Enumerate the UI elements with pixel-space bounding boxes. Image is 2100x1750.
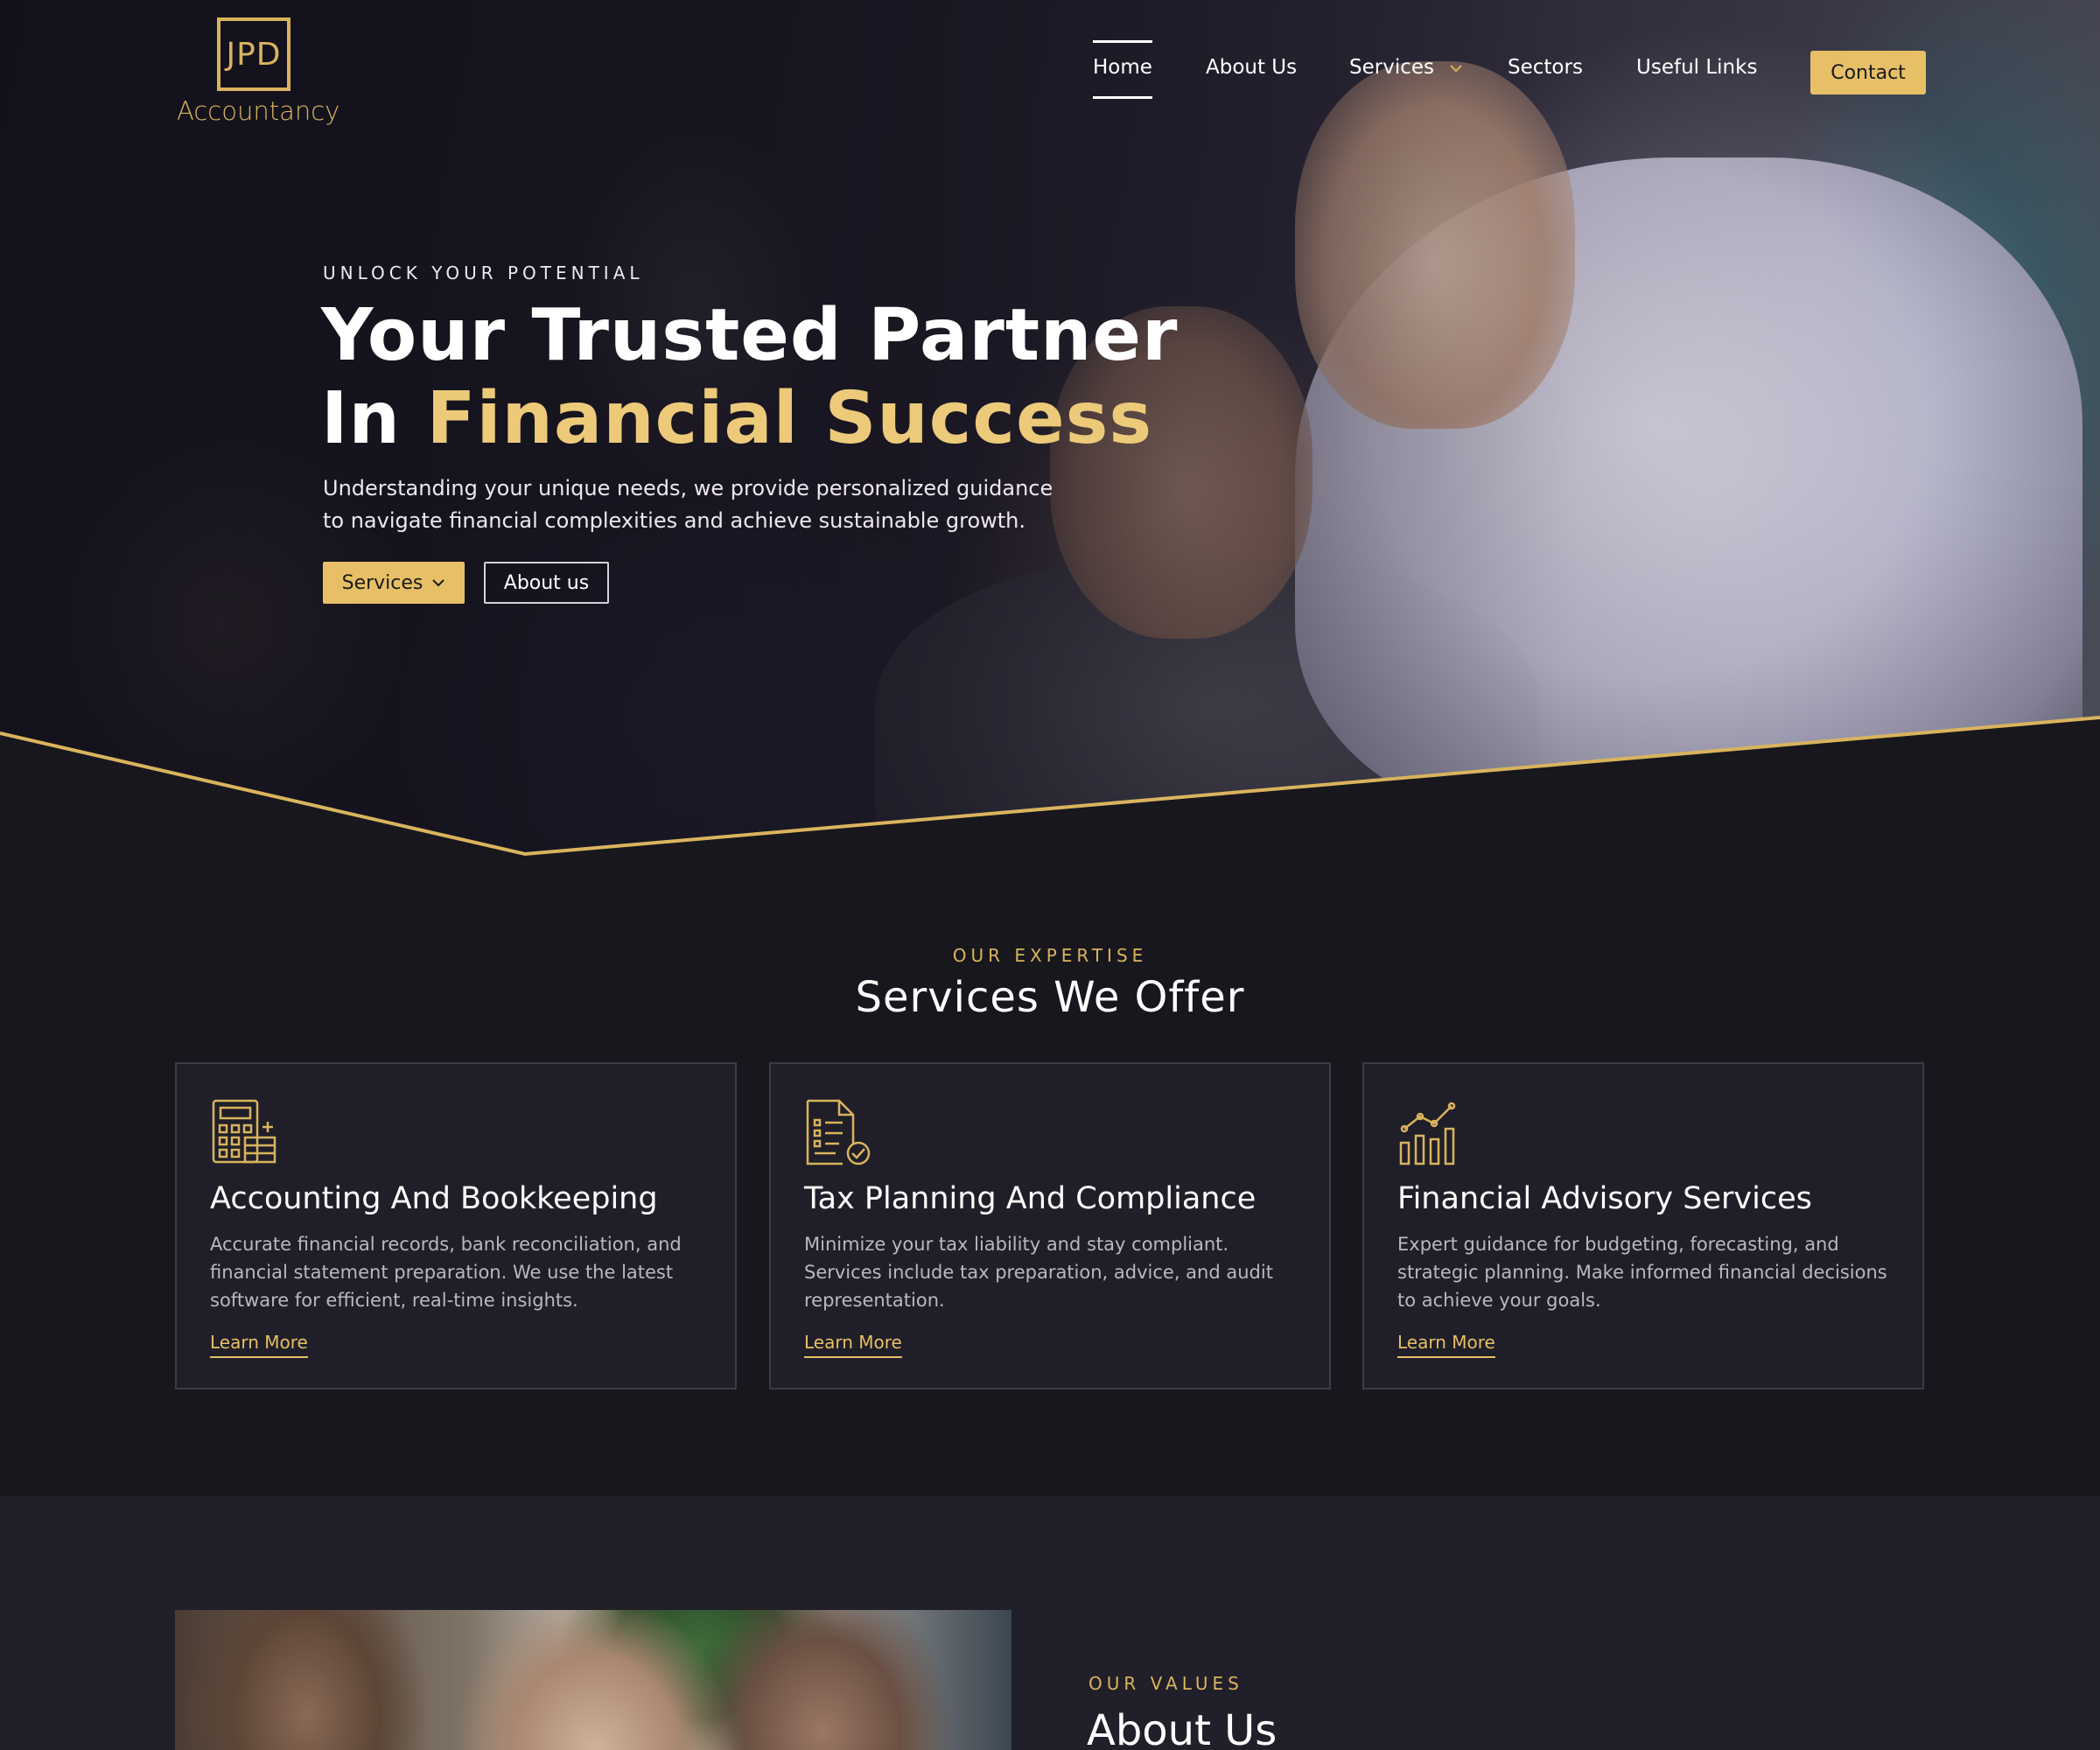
nav-sectors-label: Sectors xyxy=(1508,56,1583,79)
nav-about-us-label: About Us xyxy=(1206,56,1298,79)
hero-title-line1: Your Trusted Partner xyxy=(321,294,1179,377)
nav-services-label: Services xyxy=(1349,56,1434,79)
service-card-title: Financial Advisory Services xyxy=(1397,1181,1812,1216)
chevron-down-icon xyxy=(1450,64,1463,72)
hero-about-button[interactable]: About us xyxy=(484,562,609,604)
tax-document-icon xyxy=(806,1099,871,1166)
service-card-accounting: Accounting And Bookkeeping Accurate fina… xyxy=(175,1062,737,1390)
hero-title-line2: In Financial Success xyxy=(321,377,1178,460)
active-indicator-bottom xyxy=(1093,96,1152,99)
logo-name[interactable]: Accountancy xyxy=(177,96,340,126)
service-card-title: Tax Planning And Compliance xyxy=(804,1181,1256,1216)
chevron-down-icon xyxy=(432,579,445,587)
nav-useful-links[interactable]: Useful Links xyxy=(1636,56,1757,79)
contact-button[interactable]: Contact xyxy=(1810,51,1926,94)
learn-more-link[interactable]: Learn More xyxy=(804,1332,902,1358)
hero-bottom-edge xyxy=(0,716,2100,875)
hero-title-highlight: Financial Success xyxy=(426,377,1153,460)
hero-title-prefix: In xyxy=(321,377,427,460)
hero-title: Your Trusted Partner In Financial Succes… xyxy=(321,294,1178,460)
nav-home[interactable]: Home xyxy=(1093,40,1152,99)
service-card-body: Accurate financial records, bank reconci… xyxy=(210,1234,682,1311)
service-card-tax: Tax Planning And Compliance Minimize you… xyxy=(769,1062,1331,1390)
nav-about-us[interactable]: About Us xyxy=(1206,56,1297,79)
services-title: Services We Offer xyxy=(855,973,1245,1022)
about-eyebrow: OUR VALUES xyxy=(1088,1673,1243,1694)
nav-home-label: Home xyxy=(1093,56,1152,79)
active-indicator-top xyxy=(1093,40,1152,43)
services-eyebrow: OUR EXPERTISE xyxy=(952,945,1148,966)
service-card-advisory: Financial Advisory Services Expert guida… xyxy=(1362,1062,1924,1390)
nav-services[interactable]: Services xyxy=(1349,56,1463,79)
about-title: About Us xyxy=(1087,1706,1278,1750)
nav-sectors[interactable]: Sectors xyxy=(1508,56,1583,79)
learn-more-link[interactable]: Learn More xyxy=(210,1332,308,1358)
hero-services-button[interactable]: Services xyxy=(323,562,465,604)
service-card-title: Accounting And Bookkeeping xyxy=(210,1181,658,1216)
about-team-photo xyxy=(175,1610,1012,1750)
service-card-body: Expert guidance for budgeting, forecasti… xyxy=(1397,1234,1887,1311)
hero-subtitle: Understanding your unique needs, we prov… xyxy=(323,476,1054,533)
hero-eyebrow: UNLOCK YOUR POTENTIAL xyxy=(323,262,644,284)
calculator-icon xyxy=(212,1099,276,1164)
hero-services-button-label: Services xyxy=(341,571,424,594)
growth-chart-icon xyxy=(1399,1102,1456,1166)
learn-more-link[interactable]: Learn More xyxy=(1397,1332,1495,1358)
logo-mark[interactable]: JPD xyxy=(217,18,290,91)
service-card-body: Minimize your tax liability and stay com… xyxy=(804,1234,1273,1311)
nav-useful-links-label: Useful Links xyxy=(1636,56,1758,79)
logo-mark-text: JPD xyxy=(226,36,282,73)
